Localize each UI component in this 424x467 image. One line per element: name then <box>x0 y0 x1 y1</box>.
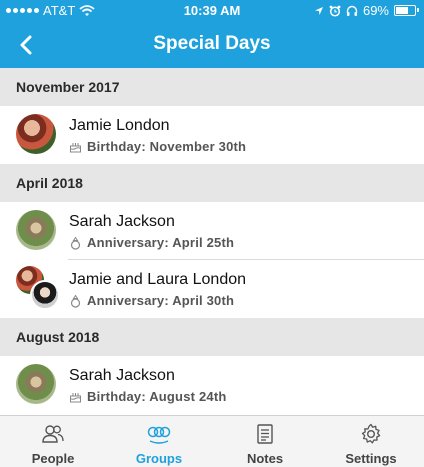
list-item[interactable]: Jamie and Laura London Anniversary: Apri… <box>0 260 424 318</box>
groups-icon <box>147 426 171 444</box>
cake-icon <box>70 393 81 403</box>
navigation-bar: Special Days <box>0 22 424 68</box>
event-detail: Birthday: November 30th <box>69 139 246 154</box>
avatar-secondary <box>30 280 60 310</box>
tab-settings[interactable]: Settings <box>318 416 424 467</box>
status-bar: AT&T 10:39 AM 69% <box>0 0 424 22</box>
ring-icon <box>70 236 81 250</box>
event-detail-text: Birthday: November 30th <box>87 139 247 154</box>
battery-percent: 69% <box>362 3 389 18</box>
list-item[interactable]: Sarah Jackson Anniversary: April 25th <box>0 202 424 260</box>
contact-name: Sarah Jackson <box>69 213 175 230</box>
special-days-list[interactable]: November 2017 Jamie London Birthday: Nov… <box>0 68 424 415</box>
avatar <box>16 364 56 404</box>
section-header-november-2017: November 2017 <box>0 68 424 106</box>
settings-icon <box>361 423 381 444</box>
battery-level <box>396 7 408 14</box>
tab-label: People <box>31 451 75 466</box>
location-icon <box>314 6 323 15</box>
status-right: 69% <box>314 3 419 18</box>
avatar <box>16 210 56 250</box>
cake-icon <box>70 143 81 153</box>
section-header-august-2018: August 2018 <box>0 318 424 356</box>
people-icon <box>42 425 64 443</box>
contact-name: Sarah Jackson <box>69 367 175 384</box>
page-title: Special Days <box>153 33 271 54</box>
contact-name: Jamie London <box>69 117 170 134</box>
tab-label: Settings <box>345 451 397 466</box>
alarm-icon <box>329 5 341 17</box>
tab-notes[interactable]: Notes <box>212 416 318 467</box>
event-detail: Birthday: August 24th <box>69 389 227 404</box>
event-detail-text: Anniversary: April 25th <box>87 235 235 250</box>
event-detail: Anniversary: April 30th <box>69 293 234 308</box>
section-header-april-2018: April 2018 <box>0 164 424 202</box>
avatar <box>16 114 56 154</box>
contact-name: Jamie and Laura London <box>69 271 247 288</box>
ring-icon <box>70 294 81 308</box>
tab-label: Notes <box>246 451 284 466</box>
list-item[interactable]: Sarah Jackson Birthday: August 24th <box>0 356 424 414</box>
tab-bar: People Groups Notes Settings <box>0 415 424 467</box>
tab-people[interactable]: People <box>0 416 106 467</box>
event-detail-text: Anniversary: April 30th <box>87 293 235 308</box>
tab-groups[interactable]: Groups <box>106 416 212 467</box>
notes-icon <box>257 424 273 444</box>
list-item[interactable]: Jamie London Birthday: November 30th <box>0 106 424 164</box>
event-detail-text: Birthday: August 24th <box>87 389 227 404</box>
tab-label: Groups <box>135 451 183 466</box>
app-header: AT&T 10:39 AM 69% Special Days <box>0 0 424 68</box>
headphones-icon <box>346 5 358 16</box>
battery-icon <box>394 5 419 16</box>
event-detail: Anniversary: April 25th <box>69 235 234 250</box>
